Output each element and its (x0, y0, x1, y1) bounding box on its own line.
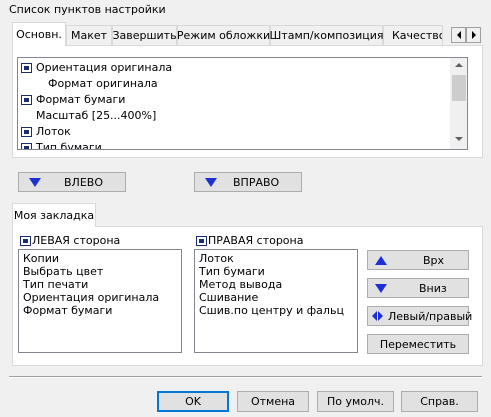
ok-label: OK (185, 395, 201, 408)
tab-label: Режим обложки (176, 29, 271, 42)
list-item[interactable]: Лоток (199, 252, 234, 265)
move-up-button[interactable]: Врх (367, 250, 469, 270)
move-up-label: Врх (423, 254, 445, 267)
tab-cover-mode[interactable]: Режим обложки (177, 25, 270, 45)
list-item[interactable]: Формат оригинала (48, 77, 158, 90)
arrow-left-icon (372, 311, 377, 321)
arrow-down-icon (375, 284, 387, 293)
left-side-title: ЛЕВАЯ сторона (32, 234, 121, 247)
arrow-right-icon (378, 311, 383, 321)
swap-sides-button[interactable]: Левый/правый (367, 306, 473, 326)
scroll-down-icon[interactable] (455, 137, 463, 141)
list-item[interactable]: Тип бумаги (36, 141, 102, 149)
tab-label: Качество (392, 29, 443, 42)
tab-layout[interactable]: Макет (66, 25, 112, 45)
list-item[interactable]: Лоток (36, 125, 71, 138)
tab-label: Макет (70, 29, 108, 42)
list-item[interactable]: Масштаб [25...400%] (36, 109, 156, 122)
tab-label: Завершить (112, 29, 177, 42)
defaults-button[interactable]: По умолч. (317, 391, 394, 412)
tab-basic[interactable]: Основн. (12, 22, 66, 46)
tab-scroll-left-button[interactable] (451, 27, 466, 43)
list-item[interactable]: Ориентация оригинала (23, 291, 159, 304)
settings-list-label: Список пунктов настройки (9, 3, 166, 16)
tab-stamp-composition[interactable]: Штамп/композиция (270, 25, 383, 45)
chevron-left-icon (456, 31, 461, 39)
help-label: Справ. (420, 395, 459, 408)
settings-list-scrollbar[interactable] (450, 58, 467, 149)
list-item[interactable]: Сшивание (199, 291, 258, 304)
scrollbar-thumb[interactable] (452, 75, 466, 101)
move-item-button[interactable]: Переместить (367, 334, 469, 354)
setting-item-icon (21, 127, 32, 137)
move-right-button[interactable]: ВПРАВО (194, 172, 302, 192)
setting-item-icon (21, 63, 32, 73)
tab-quality[interactable]: Качество (383, 25, 443, 45)
help-button[interactable]: Справ. (401, 391, 478, 412)
scroll-up-icon[interactable] (455, 63, 463, 67)
tab-my-bookmark[interactable]: Моя закладка (12, 203, 96, 227)
cancel-label: Отмена (250, 395, 296, 408)
list-item[interactable]: Формат бумаги (36, 93, 125, 106)
settings-list[interactable]: Ориентация оригинала Формат оригинала Фо… (17, 57, 468, 150)
tab-label: Основн. (16, 28, 62, 41)
tab-label: Штамп/композиция (269, 29, 384, 42)
left-side-list[interactable]: Копии Выбрать цвет Тип печати Ориентация… (18, 249, 182, 353)
arrow-up-icon (375, 256, 387, 265)
move-left-label: ВЛЕВО (64, 176, 103, 189)
list-item[interactable]: Тип бумаги (199, 265, 265, 278)
list-item[interactable]: Формат бумаги (23, 304, 112, 317)
move-left-button[interactable]: ВЛЕВО (18, 172, 126, 192)
ok-button[interactable]: OK (157, 391, 229, 412)
divider-highlight (9, 377, 482, 378)
right-side-list[interactable]: Лоток Тип бумаги Метод вывода Сшивание С… (194, 249, 358, 353)
tab-label: Моя закладка (13, 209, 95, 222)
move-item-label: Переместить (379, 337, 457, 351)
list-item[interactable]: Тип печати (23, 278, 88, 291)
arrow-down-icon (205, 178, 217, 187)
cancel-button[interactable]: Отмена (237, 391, 309, 412)
move-down-button[interactable]: Вниз (367, 278, 469, 298)
tab-finish[interactable]: Завершить (112, 25, 177, 45)
setting-item-icon (21, 143, 32, 149)
side-icon (20, 236, 31, 246)
side-icon (196, 236, 207, 246)
list-item[interactable]: Копии (23, 252, 59, 265)
chevron-right-icon (471, 31, 476, 39)
move-right-label: ВПРАВО (233, 176, 280, 189)
list-item[interactable]: Сшив.по центру и фальц (199, 304, 344, 317)
list-item[interactable]: Метод вывода (199, 278, 282, 291)
move-down-label: Вниз (419, 282, 447, 295)
setting-item-icon (21, 95, 32, 105)
right-side-title: ПРАВАЯ сторона (208, 234, 304, 247)
arrow-down-icon (29, 178, 41, 187)
swap-sides-label: Левый/правый (388, 310, 473, 323)
list-item[interactable]: Ориентация оригинала (36, 61, 172, 74)
tab-scroll-right-button[interactable] (466, 27, 481, 43)
defaults-label: По умолч. (326, 395, 385, 408)
list-item[interactable]: Выбрать цвет (23, 265, 103, 278)
